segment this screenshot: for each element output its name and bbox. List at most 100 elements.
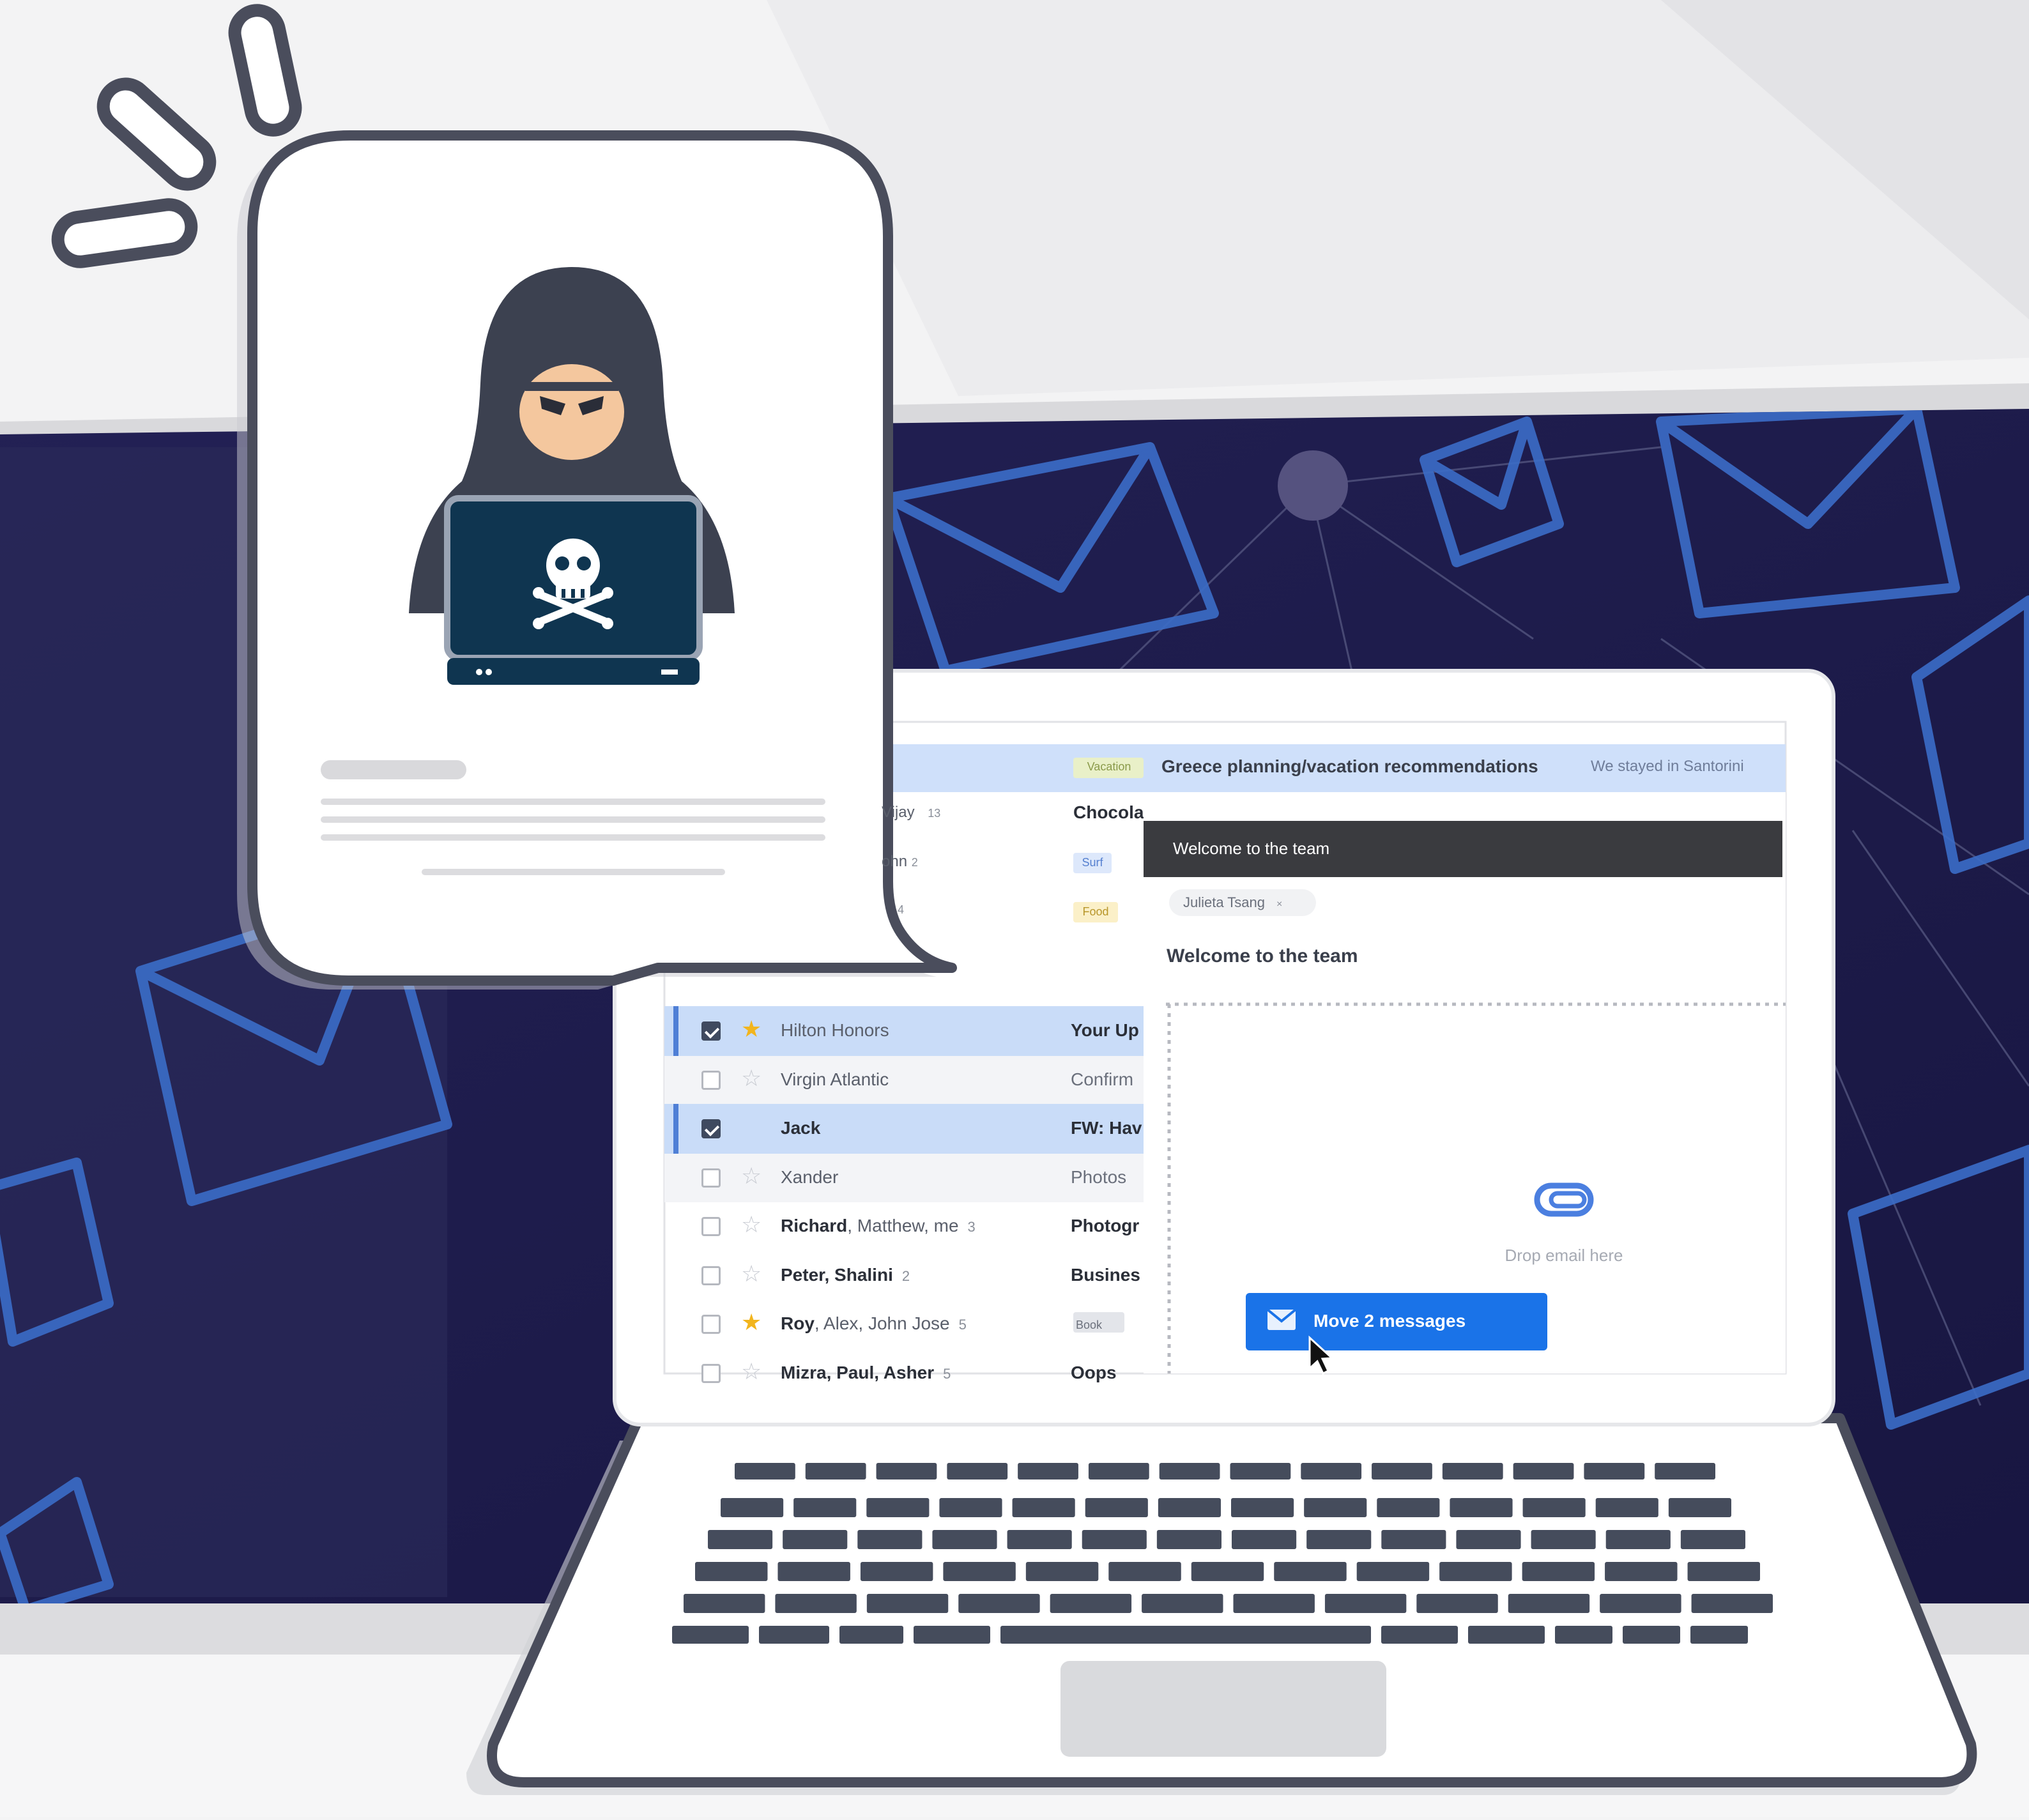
envelope-move-icon bbox=[1266, 1308, 1297, 1330]
row-checkbox[interactable] bbox=[701, 1363, 721, 1383]
trackpad bbox=[1060, 1661, 1386, 1757]
keyboard-key bbox=[721, 1498, 784, 1517]
keyboard-key bbox=[1231, 1498, 1294, 1517]
keyboard-key bbox=[805, 1463, 866, 1480]
keyboard-key bbox=[1595, 1498, 1658, 1517]
email-row[interactable]: Jack FW: Hav bbox=[668, 1105, 1147, 1152]
row-checkbox[interactable] bbox=[701, 1168, 721, 1188]
star-icon[interactable]: ★ bbox=[741, 1310, 762, 1335]
row-subject: Busines bbox=[1071, 1264, 1140, 1285]
keyboard-key bbox=[1381, 1530, 1446, 1549]
keyboard-key bbox=[1584, 1463, 1645, 1480]
keyboard-key bbox=[1159, 1463, 1220, 1480]
keyboard-key bbox=[860, 1562, 933, 1581]
partial-row-from: Vijay 13 bbox=[882, 804, 941, 821]
star-icon[interactable]: ☆ bbox=[741, 1065, 762, 1091]
row-checkbox[interactable] bbox=[701, 1070, 721, 1090]
recipient-chip-label[interactable]: Julieta Tsang × bbox=[1183, 894, 1282, 911]
row-checkbox[interactable] bbox=[701, 1021, 721, 1041]
partial-row-subject[interactable]: Chocolate Factory Tour bbox=[1073, 802, 1144, 823]
keyboard-key bbox=[866, 1594, 949, 1613]
row-sender: Peter, Shalini 2 bbox=[781, 1264, 910, 1285]
star-icon[interactable]: ☆ bbox=[741, 1163, 762, 1189]
keyboard-key bbox=[735, 1463, 795, 1480]
email-row[interactable]: ☆ Peter, Shalini 2 Busines bbox=[668, 1252, 1147, 1299]
keyboard-key bbox=[1691, 1594, 1773, 1613]
email-row[interactable]: ☆ Xander Photos bbox=[668, 1154, 1147, 1202]
keyboard-key bbox=[1230, 1463, 1291, 1480]
keyboard-key bbox=[1018, 1463, 1078, 1480]
keyboard-key bbox=[1233, 1594, 1315, 1613]
keyboard-key bbox=[1306, 1530, 1372, 1549]
email-row[interactable]: ☆ Richard, Matthew, me 3 Photogr bbox=[668, 1203, 1147, 1250]
row-sender: Virgin Atlantic bbox=[781, 1069, 889, 1089]
keyboard-key bbox=[672, 1626, 749, 1644]
row-checkbox[interactable] bbox=[701, 1315, 721, 1334]
top-thread-subject[interactable]: Greece planning/vacation recommendations bbox=[1161, 756, 1538, 777]
keyboard-key bbox=[1372, 1463, 1432, 1480]
star-icon[interactable]: ★ bbox=[741, 1016, 762, 1042]
keyboard-key bbox=[939, 1498, 1002, 1517]
keyboard-key bbox=[695, 1562, 768, 1581]
row-checkbox[interactable] bbox=[701, 1217, 721, 1236]
keyboard-key bbox=[1007, 1530, 1072, 1549]
keyboard-key bbox=[1232, 1530, 1297, 1549]
keyboard-key bbox=[1381, 1626, 1458, 1644]
email-row[interactable]: ☆ Virgin Atlantic Confirm bbox=[668, 1057, 1147, 1104]
compose-subject[interactable]: Welcome to the team bbox=[1167, 945, 1358, 967]
keyboard-key bbox=[1088, 1463, 1149, 1480]
keyboard-key bbox=[932, 1530, 997, 1549]
row-subject: Oops bbox=[1071, 1362, 1117, 1382]
keyboard-key bbox=[1456, 1530, 1521, 1549]
star-icon[interactable]: ☆ bbox=[741, 1358, 762, 1384]
row-sender: Roy, Alex, John Jose 5 bbox=[781, 1313, 967, 1333]
keyboard-key bbox=[1680, 1530, 1745, 1549]
row-subject: Confirm bbox=[1071, 1069, 1134, 1089]
keyboard-key bbox=[1605, 1530, 1671, 1549]
compose-window bbox=[1144, 792, 1786, 1373]
network-node bbox=[1278, 450, 1348, 521]
row-sender: Mizra, Paul, Asher 5 bbox=[781, 1362, 951, 1382]
email-row[interactable]: ★ Roy, Alex, John Jose 5 Book bbox=[668, 1301, 1147, 1348]
keyboard-key bbox=[958, 1594, 1040, 1613]
keyboard-key bbox=[684, 1594, 765, 1613]
row-subject: Book bbox=[1076, 1319, 1103, 1331]
partial-row-count: 4 bbox=[898, 903, 905, 916]
keyboard-key bbox=[947, 1463, 1008, 1480]
row-subject: FW: Hav bbox=[1071, 1118, 1142, 1138]
keyboard-key bbox=[1012, 1498, 1075, 1517]
star-icon[interactable]: ☆ bbox=[741, 1212, 762, 1237]
keyboard-key bbox=[1531, 1530, 1596, 1549]
keyboard-key bbox=[914, 1626, 990, 1644]
email-row[interactable]: ★ Hilton Honors Your Up bbox=[668, 1007, 1147, 1055]
row-subject: Photos bbox=[1071, 1166, 1127, 1187]
drop-zone-label: Drop email here bbox=[1505, 1246, 1623, 1265]
keyboard-key bbox=[708, 1530, 773, 1549]
star-icon[interactable]: ☆ bbox=[741, 1260, 762, 1287]
row-checkbox[interactable] bbox=[701, 1119, 721, 1138]
keyboard-key bbox=[1668, 1498, 1731, 1517]
keyboard-key bbox=[1000, 1626, 1371, 1644]
keyboard-key bbox=[1274, 1562, 1347, 1581]
keyboard-key bbox=[1142, 1594, 1223, 1613]
keyboard-key bbox=[1050, 1594, 1132, 1613]
row-checkbox[interactable] bbox=[701, 1266, 721, 1285]
row-subject: Your Up bbox=[1071, 1020, 1139, 1040]
keyboard-key bbox=[1600, 1594, 1681, 1613]
keyboard-key bbox=[1301, 1463, 1362, 1480]
keyboard-key bbox=[1416, 1594, 1498, 1613]
keyboard-key bbox=[1439, 1562, 1512, 1581]
email-row[interactable]: ☆ Mizra, Paul, Asher 5 Oops bbox=[668, 1350, 1147, 1384]
row-subject: Photogr bbox=[1071, 1216, 1140, 1235]
row-sender: Jack bbox=[781, 1118, 821, 1138]
keyboard-key bbox=[1555, 1626, 1612, 1644]
keyboard-key bbox=[1082, 1530, 1147, 1549]
keyboard-key bbox=[759, 1626, 829, 1644]
keyboard-key bbox=[1690, 1626, 1748, 1644]
keyboard-key bbox=[1356, 1562, 1430, 1581]
illustration-canvas bbox=[0, 0, 2029, 1817]
keyboard-key bbox=[1108, 1562, 1181, 1581]
keyboard-key bbox=[1623, 1626, 1680, 1644]
keyboard-key bbox=[1377, 1498, 1440, 1517]
move-messages-button[interactable]: Move 2 messages bbox=[1313, 1311, 1466, 1331]
